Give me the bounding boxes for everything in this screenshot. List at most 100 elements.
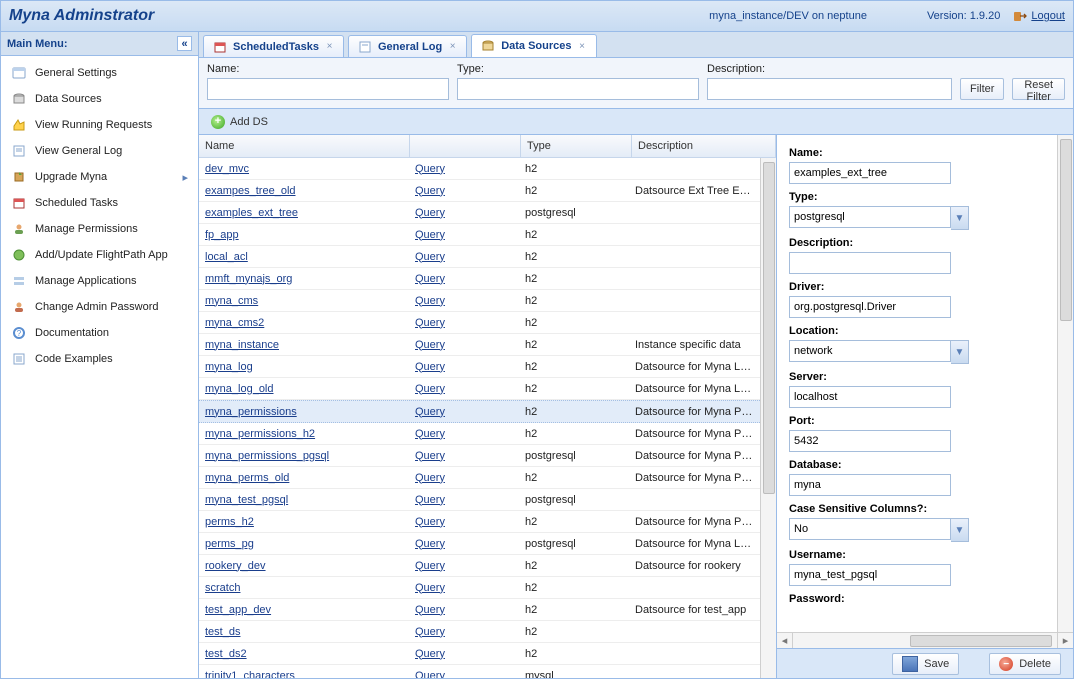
filter-button[interactable]: Filter (960, 78, 1004, 100)
ds-name-link[interactable]: myna_log_old (205, 383, 274, 395)
reset-filter-button[interactable]: Reset Filter (1012, 78, 1065, 100)
ds-name-link[interactable]: scratch (205, 582, 240, 594)
ds-name-link[interactable]: myna_perms_old (205, 472, 289, 484)
filter-desc-input[interactable] (707, 78, 952, 100)
tab-close-icon[interactable]: × (447, 41, 458, 52)
table-row[interactable]: trinity1_charactersQuerymysql (199, 665, 760, 679)
form-username-input[interactable] (789, 564, 951, 586)
ds-name-link[interactable]: examples_ext_tree (205, 207, 298, 219)
ds-query-link[interactable]: Query (415, 538, 445, 550)
table-row[interactable]: mmft_mynajs_orgQueryh2 (199, 268, 760, 290)
form-case-select[interactable] (789, 518, 951, 540)
form-name-input[interactable] (789, 162, 951, 184)
form-vscrollbar[interactable] (1057, 135, 1073, 632)
table-row[interactable]: myna_permissions_pgsqlQuerypostgresqlDat… (199, 445, 760, 467)
tab-close-icon[interactable]: × (324, 41, 335, 52)
ds-query-link[interactable]: Query (415, 317, 445, 329)
tab-data-sources[interactable]: Data Sources× (471, 34, 596, 57)
table-row[interactable]: myna_instanceQueryh2Instance specific da… (199, 334, 760, 356)
grid-vscrollbar[interactable] (760, 158, 776, 679)
ds-name-link[interactable]: rookery_dev (205, 560, 266, 572)
sidebar-collapse-icon[interactable]: « (177, 36, 192, 51)
ds-query-link[interactable]: Query (415, 229, 445, 241)
filter-name-input[interactable] (207, 78, 449, 100)
col-header-name[interactable]: Name (199, 135, 410, 157)
ds-name-link[interactable]: perms_h2 (205, 516, 254, 528)
ds-query-link[interactable]: Query (415, 361, 445, 373)
sidebar-item-data-sources[interactable]: Data Sources (1, 86, 198, 112)
table-row[interactable]: myna_log_oldQueryh2Datsource for Myna Lo… (199, 378, 760, 400)
table-row[interactable]: myna_cms2Queryh2 (199, 312, 760, 334)
ds-name-link[interactable]: exampes_tree_old (205, 185, 296, 197)
ds-query-link[interactable]: Query (415, 339, 445, 351)
ds-query-link[interactable]: Query (415, 251, 445, 263)
sidebar-item-view-general-log[interactable]: View General Log (1, 138, 198, 164)
sidebar-item-scheduled-tasks[interactable]: Scheduled Tasks (1, 190, 198, 216)
ds-query-link[interactable]: Query (415, 207, 445, 219)
table-row[interactable]: scratchQueryh2 (199, 577, 760, 599)
form-port-input[interactable] (789, 430, 951, 452)
ds-name-link[interactable]: myna_instance (205, 339, 279, 351)
ds-query-link[interactable]: Query (415, 383, 445, 395)
ds-query-link[interactable]: Query (415, 472, 445, 484)
ds-query-link[interactable]: Query (415, 494, 445, 506)
ds-query-link[interactable]: Query (415, 450, 445, 462)
sidebar-item-change-admin-password[interactable]: Change Admin Password (1, 294, 198, 320)
table-row[interactable]: examples_ext_treeQuerypostgresql (199, 202, 760, 224)
form-hscrollbar[interactable]: ◂▸ (777, 632, 1073, 648)
chevron-down-icon[interactable]: ▼ (951, 518, 969, 542)
ds-name-link[interactable]: local_acl (205, 251, 248, 263)
table-row[interactable]: rookery_devQueryh2Datsource for rookery (199, 555, 760, 577)
tab-close-icon[interactable]: × (577, 41, 588, 52)
table-row[interactable]: local_aclQueryh2 (199, 246, 760, 268)
table-row[interactable]: test_app_devQueryh2Datsource for test_ap… (199, 599, 760, 621)
sidebar-item-manage-permissions[interactable]: Manage Permissions (1, 216, 198, 242)
ds-query-link[interactable]: Query (415, 648, 445, 660)
table-row[interactable]: perms_h2Queryh2Datsource for Myna Pe… (199, 511, 760, 533)
ds-query-link[interactable]: Query (415, 295, 445, 307)
tab-scheduledtasks[interactable]: ScheduledTasks× (203, 35, 344, 57)
table-row[interactable]: myna_logQueryh2Datsource for Myna Lo… (199, 356, 760, 378)
add-ds-button[interactable]: + Add DS (205, 113, 274, 131)
ds-query-link[interactable]: Query (415, 273, 445, 285)
form-server-input[interactable] (789, 386, 951, 408)
col-header-type[interactable]: Type (521, 135, 632, 157)
table-row[interactable]: exampes_tree_oldQueryh2Datsource Ext Tre… (199, 180, 760, 202)
ds-name-link[interactable]: myna_permissions (205, 406, 297, 418)
ds-query-link[interactable]: Query (415, 406, 445, 418)
save-button[interactable]: Save (892, 653, 959, 675)
ds-name-link[interactable]: perms_pg (205, 538, 254, 550)
sidebar-item-documentation[interactable]: ?Documentation (1, 320, 198, 346)
ds-query-link[interactable]: Query (415, 560, 445, 572)
ds-name-link[interactable]: test_ds (205, 626, 240, 638)
ds-query-link[interactable]: Query (415, 516, 445, 528)
table-row[interactable]: myna_permissionsQueryh2Datsource for Myn… (199, 400, 760, 423)
ds-name-link[interactable]: myna_cms (205, 295, 258, 307)
table-row[interactable]: myna_perms_oldQueryh2Datsource for Myna … (199, 467, 760, 489)
ds-query-link[interactable]: Query (415, 604, 445, 616)
table-row[interactable]: myna_cmsQueryh2 (199, 290, 760, 312)
ds-query-link[interactable]: Query (415, 670, 445, 679)
ds-query-link[interactable]: Query (415, 582, 445, 594)
table-row[interactable]: myna_permissions_h2Queryh2Datsource for … (199, 423, 760, 445)
tab-general-log[interactable]: General Log× (348, 35, 467, 57)
sidebar-item-upgrade-myna[interactable]: Upgrade Myna▸ (1, 164, 198, 190)
ds-name-link[interactable]: myna_permissions_h2 (205, 428, 315, 440)
ds-query-link[interactable]: Query (415, 185, 445, 197)
table-row[interactable]: dev_mvcQueryh2 (199, 158, 760, 180)
sidebar-item-view-running-requests[interactable]: View Running Requests (1, 112, 198, 138)
sidebar-item-code-examples[interactable]: Code Examples (1, 346, 198, 372)
form-driver-input[interactable] (789, 296, 951, 318)
ds-name-link[interactable]: myna_permissions_pgsql (205, 450, 329, 462)
table-row[interactable]: test_ds2Queryh2 (199, 643, 760, 665)
col-header-desc[interactable]: Description (632, 135, 776, 157)
ds-query-link[interactable]: Query (415, 163, 445, 175)
ds-name-link[interactable]: myna_cms2 (205, 317, 264, 329)
sidebar-item-add-update-flightpath-app[interactable]: Add/Update FlightPath App (1, 242, 198, 268)
table-row[interactable]: fp_appQueryh2 (199, 224, 760, 246)
col-header-query[interactable] (410, 135, 521, 157)
filter-type-input[interactable] (457, 78, 699, 100)
table-row[interactable]: test_dsQueryh2 (199, 621, 760, 643)
ds-name-link[interactable]: test_ds2 (205, 648, 247, 660)
ds-name-link[interactable]: mmft_mynajs_org (205, 273, 292, 285)
